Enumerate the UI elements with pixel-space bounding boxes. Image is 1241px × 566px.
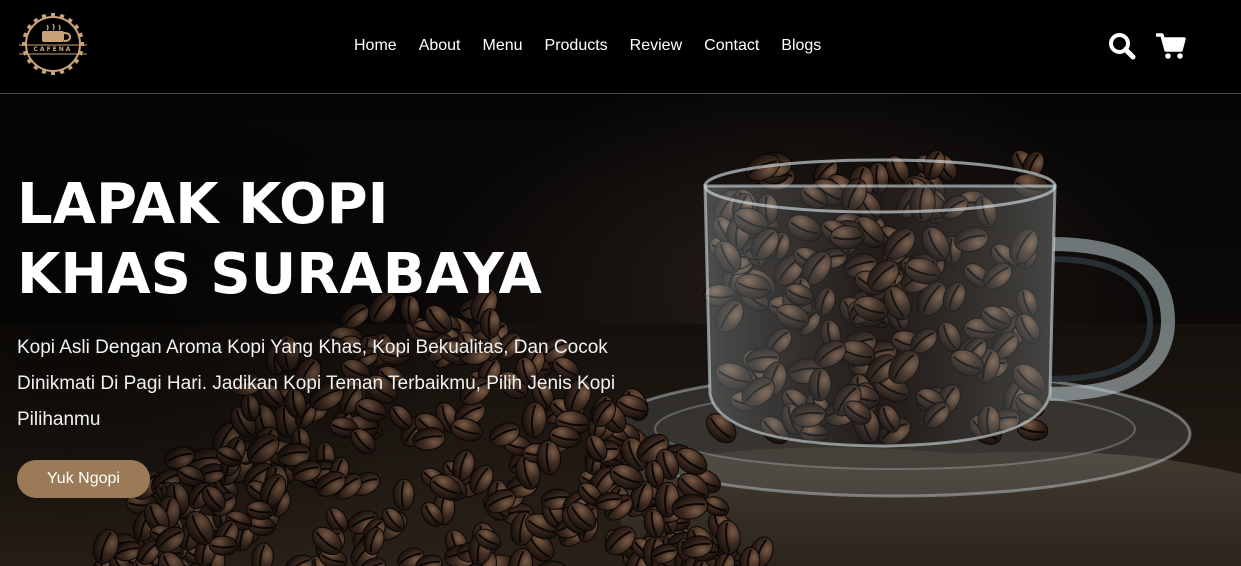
nav-item-products[interactable]: Products <box>545 37 608 55</box>
cart-button[interactable] <box>1156 32 1186 62</box>
page: CAFENA Home About Menu Products Review C… <box>0 0 1241 566</box>
hero-section: LAPAK KOPI KHAS SURABAYA Kopi Asli Denga… <box>0 94 1241 566</box>
hero-content: LAPAK KOPI KHAS SURABAYA Kopi Asli Denga… <box>17 170 637 498</box>
nav-item-home[interactable]: Home <box>354 37 397 55</box>
logo[interactable]: CAFENA <box>16 13 90 75</box>
hero-description: Kopi Asli Dengan Aroma Kopi Yang Khas, K… <box>17 337 616 430</box>
nav-item-review[interactable]: Review <box>630 37 682 55</box>
logo-text: CAFENA <box>33 46 73 53</box>
nav-item-blogs[interactable]: Blogs <box>781 37 821 55</box>
nav-item-contact[interactable]: Contact <box>704 37 759 55</box>
search-button[interactable] <box>1108 32 1138 62</box>
hero-title: LAPAK KOPI KHAS SURABAYA <box>17 172 542 307</box>
yuk-ngopi-button[interactable]: Yuk Ngopi <box>17 460 150 498</box>
nav-item-menu[interactable]: Menu <box>483 37 523 55</box>
main-nav: Home About Menu Products Review Contact … <box>354 37 821 55</box>
cart-icon <box>1156 33 1186 59</box>
coffee-cup-gear-icon <box>19 13 87 75</box>
nav-item-about[interactable]: About <box>419 37 461 55</box>
search-icon <box>1109 33 1136 60</box>
header: CAFENA Home About Menu Products Review C… <box>0 0 1241 94</box>
